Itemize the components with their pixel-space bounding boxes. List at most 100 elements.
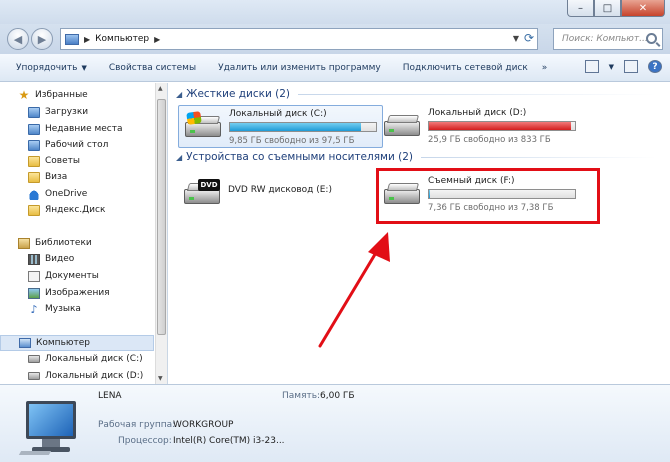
sidebar-item-computer[interactable]: Компьютер <box>0 335 154 351</box>
sidebar-item-label: Изображения <box>45 288 110 298</box>
sidebar-item-label: Советы <box>45 156 80 166</box>
content-pane: ◢ Жесткие диски (2) Локальный диск (C:) … <box>168 83 670 384</box>
video-icon <box>28 253 40 265</box>
sidebar-item-visa[interactable]: Виза <box>28 169 67 185</box>
collapse-icon[interactable]: ◢ <box>176 153 182 162</box>
chevron-down-icon[interactable]: ▼ <box>513 34 519 43</box>
sidebar-item-tips[interactable]: Советы <box>28 153 80 169</box>
cpu-value: Intel(R) Core(TM) i3-23... <box>173 436 285 446</box>
breadcrumb-computer[interactable]: Компьютер <box>95 34 149 44</box>
search-placeholder: Поиск: Компьют... <box>562 34 648 44</box>
cpu-label: Процессор: <box>118 436 172 446</box>
drive-usage-bar <box>428 121 576 131</box>
sidebar-libraries-label: Библиотеки <box>35 238 92 248</box>
organize-label: Упорядочить <box>16 62 78 73</box>
hard-drive-icon <box>28 372 40 380</box>
workgroup-value: WORKGROUP <box>173 420 234 430</box>
sidebar-item-label: Загрузки <box>45 107 89 117</box>
forward-button[interactable]: ▶ <box>31 28 53 50</box>
dvd-drive-icon: DVD <box>184 179 220 207</box>
drive-free-space: 9,85 ГБ свободно из 97,5 ГБ <box>229 136 355 146</box>
window-controls: – □ ✕ <box>567 0 665 17</box>
close-button[interactable]: ✕ <box>621 0 665 17</box>
system-properties-button[interactable]: Свойства системы <box>109 63 196 73</box>
hard-drive-icon <box>384 111 420 139</box>
windows-logo-icon <box>186 111 202 125</box>
sidebar-item-label: Рабочий стол <box>45 140 109 150</box>
collapse-icon[interactable]: ◢ <box>176 90 182 99</box>
sidebar-item-downloads[interactable]: Загрузки <box>28 104 88 120</box>
hard-drives-group-header[interactable]: ◢ Жесткие диски (2) <box>176 88 656 100</box>
sidebar-item-documents[interactable]: Документы <box>28 268 99 284</box>
group-title: Жесткие диски (2) <box>186 88 291 100</box>
group-divider <box>298 93 656 95</box>
help-icon[interactable]: ? <box>648 60 662 73</box>
recent-places-icon <box>28 123 40 135</box>
view-controls: ▼ ? <box>584 60 662 73</box>
drive-usage-fill <box>429 122 571 130</box>
sidebar-item-music[interactable]: ♪ Музыка <box>28 301 80 317</box>
change-view-icon[interactable] <box>584 60 599 73</box>
back-button[interactable]: ◀ <box>7 28 29 50</box>
uninstall-program-button[interactable]: Удалить или изменить программу <box>218 63 381 73</box>
breadcrumb-chevron-icon[interactable]: ▶ <box>84 35 90 44</box>
more-commands-button[interactable]: » <box>542 63 548 73</box>
sidebar-item-drive-c[interactable]: Локальный диск (C:) <box>28 351 143 367</box>
scrollbar-thumb[interactable] <box>157 99 166 335</box>
drive-c[interactable]: Локальный диск (C:) 9,85 ГБ свободно из … <box>178 105 383 148</box>
sidebar-favorites[interactable]: ★ Избранные <box>18 87 88 103</box>
scroll-up-icon[interactable]: ▲ <box>158 85 163 92</box>
refresh-icon[interactable]: ⟳ <box>524 31 534 45</box>
hard-drive-icon <box>28 355 40 363</box>
preview-pane-icon[interactable] <box>624 60 638 73</box>
sidebar-item-label: Видео <box>45 254 75 264</box>
onedrive-icon <box>28 188 40 200</box>
sidebar-item-pictures[interactable]: Изображения <box>28 285 110 301</box>
sidebar-item-drive-d[interactable]: Локальный диск (D:) <box>28 368 143 384</box>
sidebar-item-label: Виза <box>45 172 68 182</box>
address-bar[interactable]: ▶ Компьютер ▶ ▼ ⟳ <box>60 28 538 50</box>
sidebar-item-label: Компьютер <box>36 338 90 348</box>
breadcrumb-chevron-icon[interactable]: ▶ <box>154 35 160 44</box>
sidebar-item-label: Локальный диск (C:) <box>45 354 143 364</box>
sidebar-item-recent[interactable]: Недавние места <box>28 121 123 137</box>
computer-icon <box>19 338 31 348</box>
sidebar-item-video[interactable]: Видео <box>28 251 74 267</box>
folder-icon <box>28 171 40 183</box>
drive-name: DVD RW дисковод (E:) <box>228 185 332 195</box>
command-bar: Упорядочить ▼ Свойства системы Удалить ил… <box>0 54 670 82</box>
sidebar-item-label: Яндекс.Диск <box>45 205 106 215</box>
pictures-icon <box>28 287 40 299</box>
maximize-button[interactable]: □ <box>594 0 621 17</box>
removable-group-header[interactable]: ◢ Устройства со съемными носителями (2) <box>176 151 656 163</box>
memory-value: 6,00 ГБ <box>320 391 355 401</box>
scroll-down-icon[interactable]: ▼ <box>158 375 163 382</box>
sidebar-item-desktop[interactable]: Рабочий стол <box>28 137 108 153</box>
organize-menu[interactable]: Упорядочить ▼ <box>16 63 87 73</box>
computer-icon <box>65 33 79 45</box>
drive-usage-fill <box>230 123 362 131</box>
search-icon[interactable] <box>646 33 657 44</box>
sidebar-item-yandex-disk[interactable]: Яндекс.Диск <box>28 202 105 218</box>
sidebar-item-label: Недавние места <box>45 124 123 134</box>
group-title: Устройства со съемными носителями (2) <box>186 151 413 163</box>
music-icon: ♪ <box>30 302 38 316</box>
navigation-scrollbar[interactable]: ▲ ▼ <box>155 83 167 384</box>
map-network-drive-button[interactable]: Подключить сетевой диск <box>403 63 528 73</box>
drive-usage-bar <box>229 122 377 132</box>
libraries-icon <box>18 237 30 249</box>
minimize-button[interactable]: – <box>567 0 594 17</box>
folder-icon <box>28 204 40 216</box>
drive-e[interactable]: DVD DVD RW дисковод (E:) <box>178 173 383 216</box>
sidebar-libraries[interactable]: Библиотеки <box>18 235 92 251</box>
sidebar-item-label: Локальный диск (D:) <box>45 371 144 381</box>
memory-label: Память: <box>282 391 321 401</box>
chevron-down-icon[interactable]: ▼ <box>609 63 614 71</box>
search-input[interactable]: Поиск: Компьют... <box>553 28 663 50</box>
sidebar-item-label: Документы <box>45 271 99 281</box>
sidebar-item-onedrive[interactable]: OneDrive <box>28 186 87 202</box>
navigation-bar: ◀ ▶ ▶ Компьютер ▶ ▼ ⟳ Поиск: Компьют... <box>0 24 670 54</box>
computer-icon <box>18 401 82 455</box>
drive-d[interactable]: Локальный диск (D:) 25,9 ГБ свободно из … <box>378 105 583 148</box>
chevron-down-icon: ▼ <box>81 63 87 72</box>
